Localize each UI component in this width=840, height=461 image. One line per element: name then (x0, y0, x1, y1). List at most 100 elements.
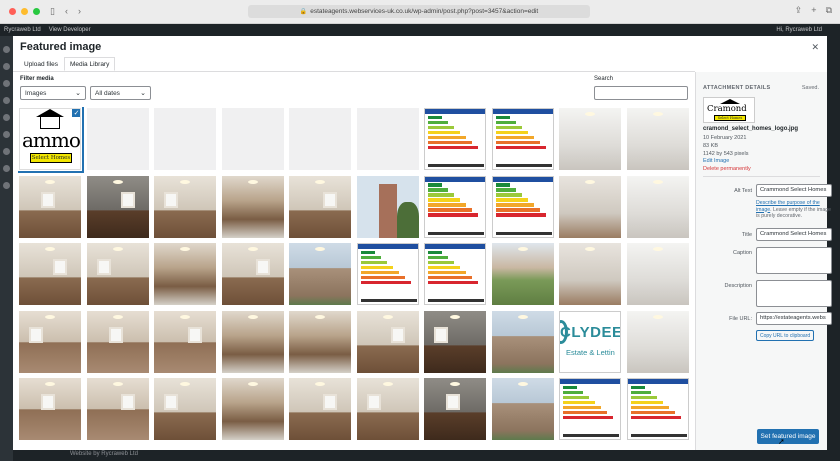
tab-overview-icon[interactable]: ⧉ (826, 5, 832, 16)
media-item[interactable] (289, 310, 351, 373)
epc-band (495, 140, 540, 144)
menu-icon[interactable] (3, 63, 10, 70)
media-item[interactable] (559, 243, 621, 305)
minimize-window-button[interactable] (21, 8, 28, 15)
zoom-window-button[interactable] (33, 8, 40, 15)
close-window-button[interactable] (9, 8, 16, 15)
media-item[interactable] (86, 108, 149, 170)
ceiling-light (180, 314, 190, 319)
media-item[interactable] (86, 378, 149, 440)
sidebar-toggle-icon[interactable]: ▯ (50, 7, 55, 16)
date-filter-select[interactable]: All dates ⌄ (90, 86, 151, 100)
media-item[interactable] (289, 378, 351, 440)
media-item[interactable] (19, 378, 81, 440)
media-item[interactable] (19, 310, 81, 373)
media-item[interactable] (86, 175, 149, 238)
title-input[interactable]: Crammond Select Homes (756, 228, 832, 241)
admin-site-name[interactable]: Rycraweb Ltd (4, 27, 41, 33)
back-icon[interactable]: ‹ (65, 7, 68, 16)
menu-icon[interactable] (3, 131, 10, 138)
ceiling-light (112, 314, 123, 319)
media-item[interactable]: CLYDEE Estate & Lettin (559, 310, 621, 373)
media-item[interactable] (626, 108, 689, 170)
media-item[interactable] (424, 108, 486, 170)
close-icon[interactable]: ✕ (811, 42, 819, 53)
date-filter-value: All dates (95, 90, 120, 97)
ceiling-light (315, 179, 325, 184)
admin-greeting[interactable]: Hi, Rycraweb Ltd (776, 27, 822, 33)
media-item[interactable] (559, 378, 621, 440)
media-item[interactable] (424, 378, 486, 440)
caption-textarea[interactable] (756, 247, 832, 274)
media-item[interactable] (221, 243, 284, 305)
media-item[interactable] (559, 175, 621, 238)
media-item[interactable] (289, 175, 351, 238)
ceiling-light (112, 247, 123, 251)
menu-icon[interactable] (3, 114, 10, 121)
epc-band (495, 145, 546, 149)
file-url-input[interactable]: https://estateagents.webs (756, 312, 832, 325)
new-tab-icon[interactable]: + (811, 5, 816, 16)
address-bar[interactable]: 🔒 estateagents.webservices-uk.co.uk/wp-a… (248, 5, 590, 18)
tab-media-library[interactable]: Media Library (63, 57, 116, 71)
menu-icon[interactable] (3, 80, 10, 87)
media-item[interactable] (19, 175, 81, 238)
media-item[interactable] (491, 175, 554, 238)
wp-admin-sidebar (0, 36, 13, 461)
media-item[interactable] (491, 243, 554, 305)
media-item[interactable] (356, 310, 419, 373)
media-item[interactable] (626, 310, 689, 373)
media-type-select[interactable]: Images ⌄ (20, 86, 86, 100)
media-item[interactable] (154, 243, 216, 305)
menu-icon[interactable] (3, 148, 10, 155)
selected-check-icon[interactable]: ✓ (71, 109, 80, 118)
tab-upload-files[interactable]: Upload files (18, 57, 64, 71)
media-item[interactable] (491, 378, 554, 440)
media-item[interactable] (356, 378, 419, 440)
media-item[interactable] (19, 243, 81, 305)
media-item[interactable] (626, 243, 689, 305)
menu-icon[interactable] (3, 97, 10, 104)
epc-band (428, 145, 478, 149)
media-item[interactable] (356, 108, 419, 170)
media-item[interactable] (626, 378, 689, 440)
admin-view-developer[interactable]: View Developer (49, 27, 91, 33)
forward-icon[interactable]: › (78, 7, 81, 16)
edit-image-link[interactable]: Edit Image (703, 158, 729, 164)
delete-permanently-link[interactable]: Delete permanently (703, 166, 751, 172)
epc-band (428, 208, 472, 212)
media-item[interactable] (154, 108, 216, 170)
copy-url-button[interactable]: Copy URL to clipboard (756, 330, 815, 341)
media-item[interactable] (86, 243, 149, 305)
epc-band (428, 120, 448, 124)
menu-icon[interactable] (3, 46, 10, 53)
description-textarea[interactable] (756, 280, 832, 307)
menu-icon[interactable] (3, 165, 10, 172)
menu-icon[interactable] (3, 182, 10, 189)
media-item[interactable] (221, 175, 284, 238)
media-item[interactable]: ammo Select Homes ✓ (18, 107, 84, 173)
media-item[interactable] (221, 108, 284, 170)
media-item[interactable] (86, 310, 149, 373)
media-item[interactable] (559, 108, 621, 170)
media-item[interactable] (221, 378, 284, 440)
media-item[interactable] (154, 175, 216, 238)
media-item[interactable] (424, 243, 486, 305)
media-item[interactable] (289, 108, 351, 170)
media-item[interactable] (491, 310, 554, 373)
media-item[interactable] (491, 108, 554, 170)
set-featured-image-button[interactable]: Set featured image (757, 429, 819, 444)
media-item[interactable] (424, 310, 486, 373)
media-item[interactable] (154, 378, 216, 440)
media-item[interactable] (154, 310, 216, 373)
media-item[interactable] (289, 243, 351, 305)
search-input[interactable] (594, 86, 688, 100)
media-item[interactable] (356, 243, 419, 305)
share-icon[interactable]: ⇪ (795, 5, 803, 16)
media-item[interactable] (626, 175, 689, 238)
media-item[interactable] (356, 175, 419, 238)
alt-text-input[interactable]: Crammond Select Homes (756, 184, 832, 197)
chevron-down-icon: ⌄ (140, 90, 146, 97)
media-item[interactable] (424, 175, 486, 238)
media-item[interactable] (221, 310, 284, 373)
